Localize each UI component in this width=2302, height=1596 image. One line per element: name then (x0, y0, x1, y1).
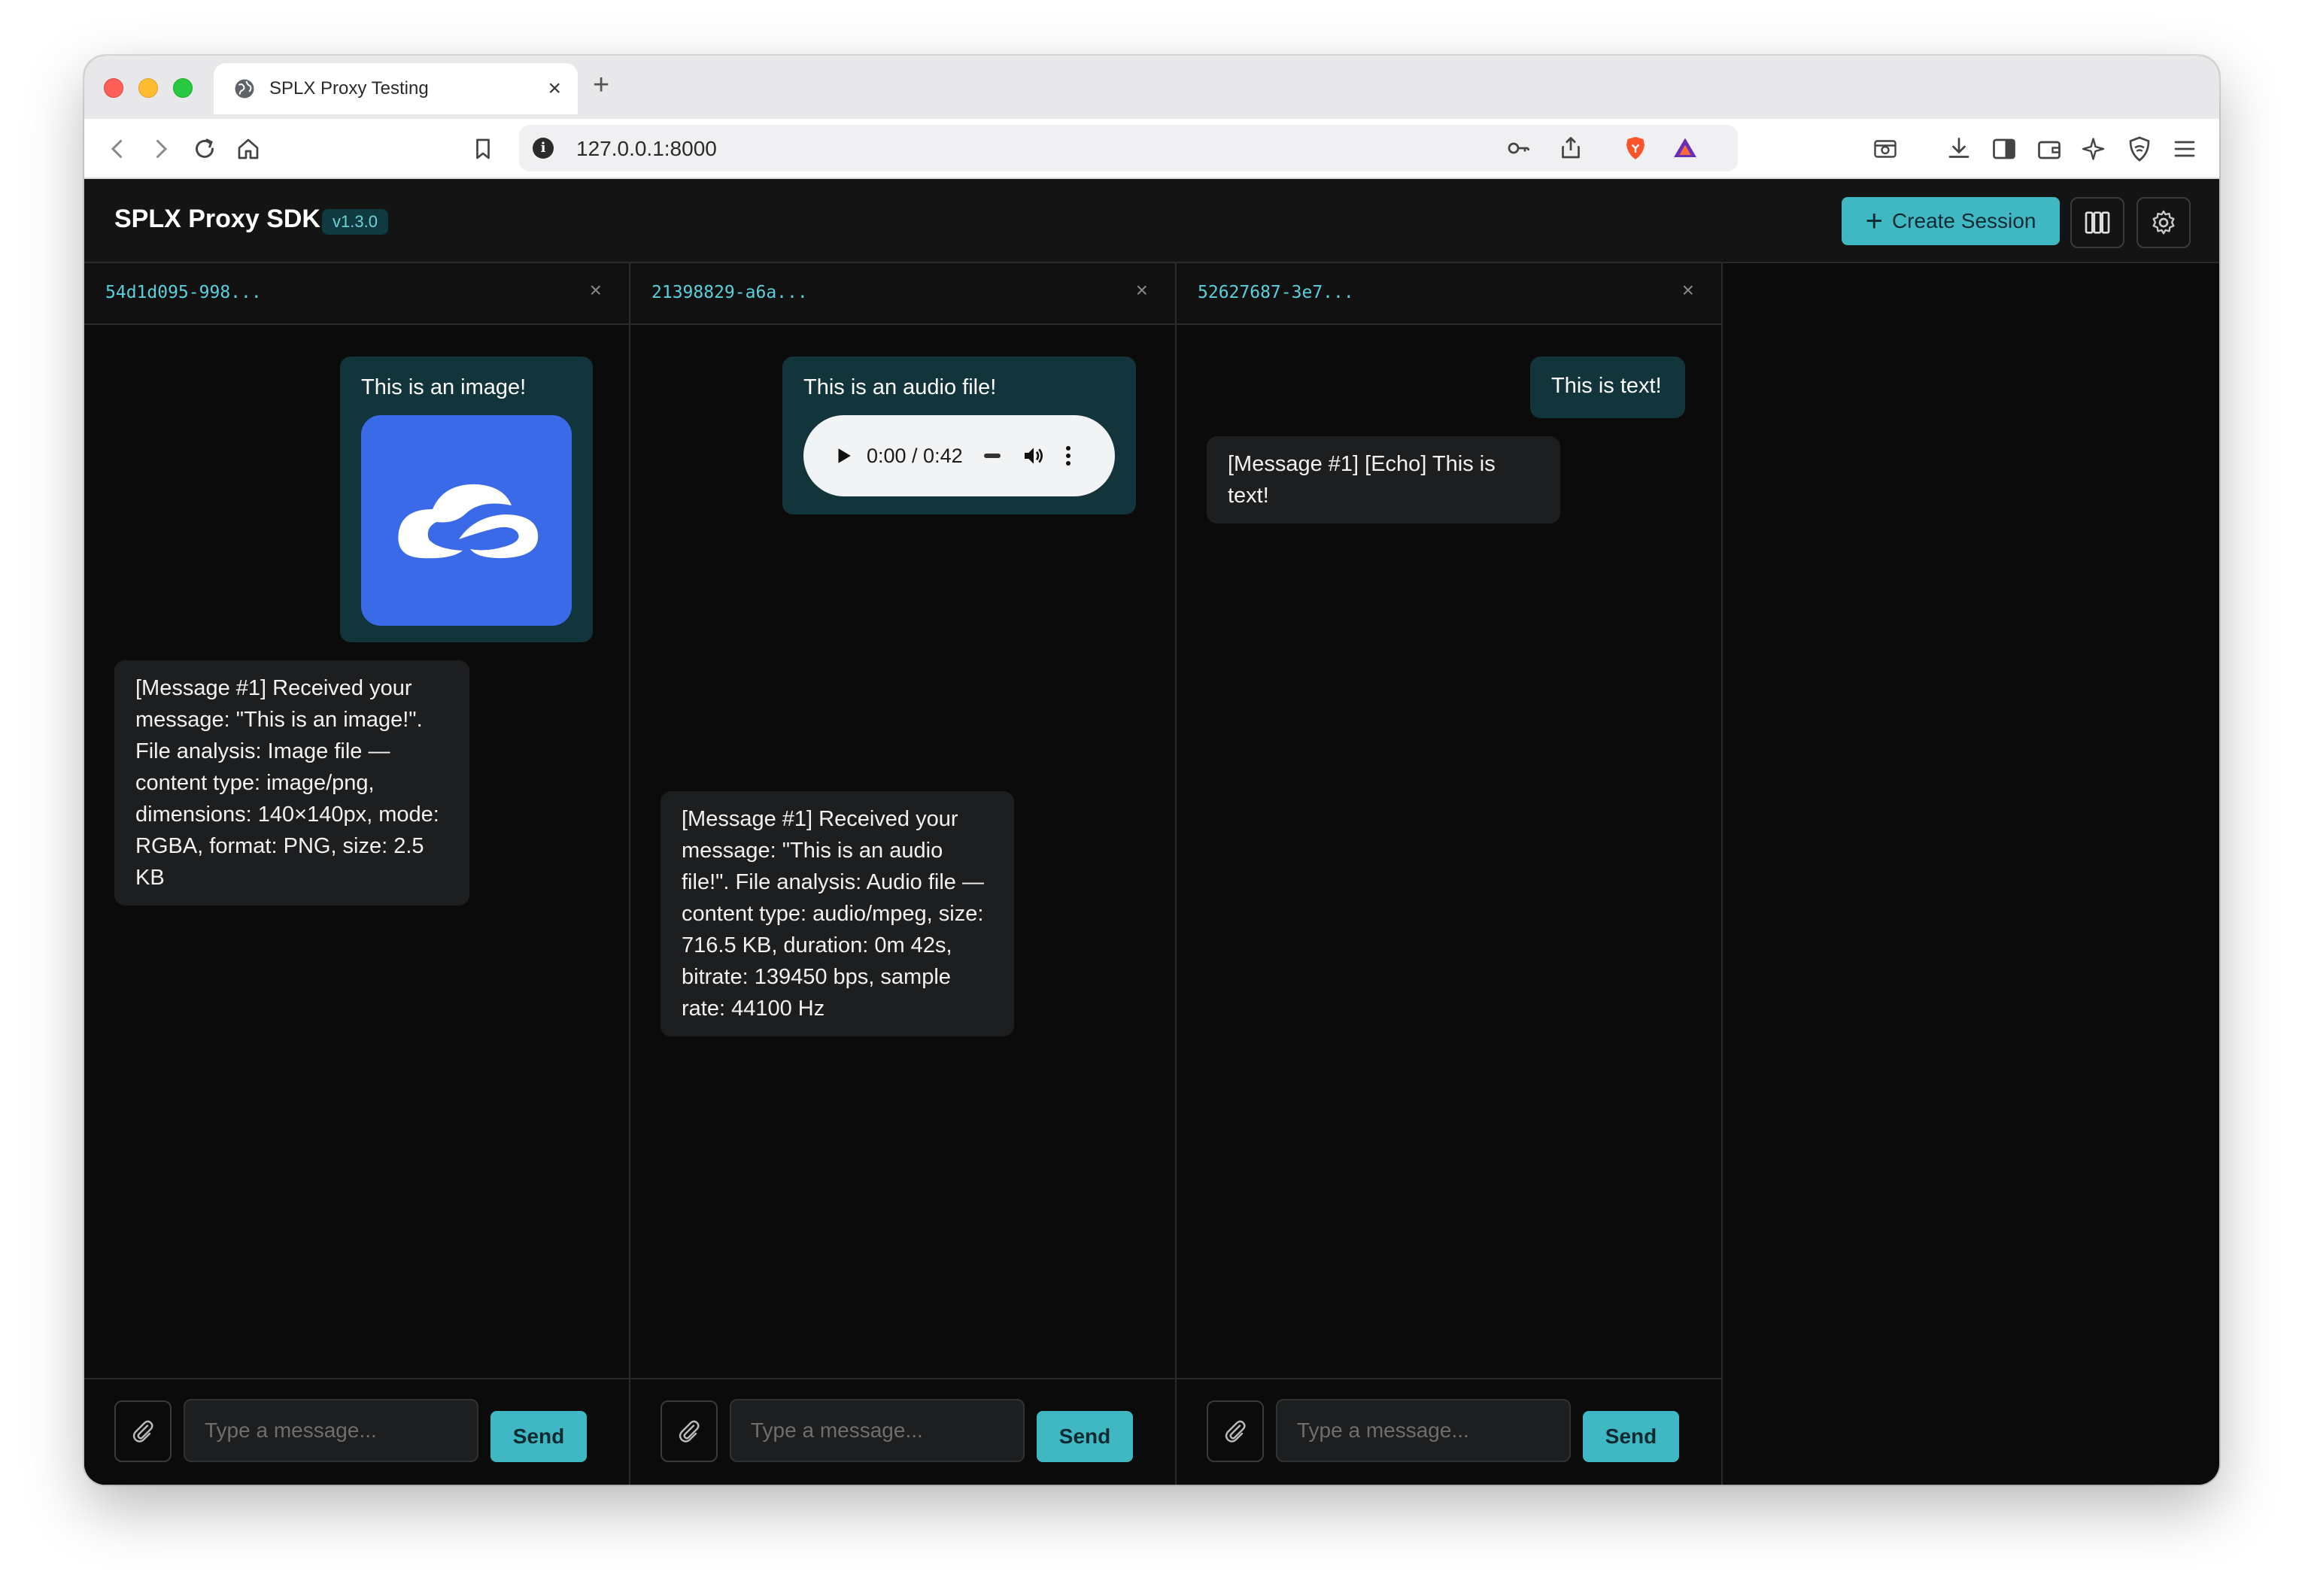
audio-time: 0:00 / 0:42 (867, 445, 963, 467)
browser-window: SPLX Proxy Testing × + i 127.0.0.1:8000 (84, 56, 2219, 1485)
cloud-logo-icon (398, 484, 539, 559)
paperclip-icon (1225, 1420, 1246, 1443)
wallet-icon[interactable] (2036, 135, 2063, 162)
create-session-label: Create Session (1891, 209, 2036, 232)
user-message-text: This is text! (1551, 374, 1662, 398)
app-header: SPLX Proxy SDK v1.3.0 + Create Session (84, 179, 2219, 263)
layout-columns-button[interactable] (2070, 197, 2124, 248)
send-button[interactable]: Send (1583, 1411, 1679, 1462)
new-tab-button[interactable]: + (593, 71, 609, 99)
user-message: This is text! (1530, 357, 1685, 418)
zoom-window-button[interactable] (173, 78, 193, 98)
panel-header: 52627687-3e7... × (1177, 263, 1721, 325)
version-badge: v1.3.0 (322, 209, 388, 235)
attached-image[interactable] (361, 415, 572, 626)
reload-icon[interactable] (191, 135, 218, 162)
session-panel: 54d1d095-998... × This is an image! [Mes… (84, 263, 630, 1485)
user-message: This is an image! (340, 357, 593, 642)
browser-tab-bar: SPLX Proxy Testing × + (84, 56, 2219, 119)
close-panel-icon[interactable]: × (1682, 280, 1694, 301)
message-input[interactable] (730, 1399, 1025, 1462)
menu-icon[interactable] (2171, 135, 2198, 162)
browser-tab[interactable]: SPLX Proxy Testing × (214, 63, 578, 114)
session-id: 21398829-a6a... (651, 283, 808, 302)
tab-close-icon[interactable]: × (548, 77, 561, 100)
minimize-window-button[interactable] (138, 78, 158, 98)
play-icon[interactable] (834, 446, 853, 466)
panel-header: 54d1d095-998... × (84, 263, 629, 325)
leo-ai-icon[interactable] (2081, 135, 2108, 162)
volume-icon[interactable] (1022, 444, 1046, 468)
url-text[interactable]: 127.0.0.1:8000 (576, 137, 717, 161)
paperclip-icon (679, 1420, 700, 1443)
more-options-icon[interactable] (1065, 445, 1071, 467)
tab-title: SPLX Proxy Testing (269, 78, 429, 99)
brave-rewards-icon[interactable] (1672, 135, 1699, 162)
vpn-icon[interactable] (2126, 135, 2153, 162)
message-input[interactable] (1276, 1399, 1571, 1462)
session-panels: 54d1d095-998... × This is an image! [Mes… (84, 263, 2219, 1485)
bot-reply: [Message #1] Received your message: "Thi… (661, 791, 1014, 1036)
close-window-button[interactable] (104, 78, 123, 98)
session-id: 52627687-3e7... (1198, 283, 1354, 302)
session-panel: 52627687-3e7... × This is text! [Message… (1177, 263, 1723, 1485)
app-title: SPLX Proxy SDK (114, 205, 320, 233)
attach-button[interactable] (661, 1400, 718, 1462)
user-message-text: This is an audio file! (803, 375, 997, 399)
bookmark-icon[interactable] (469, 135, 497, 162)
screenshot-icon[interactable] (1872, 135, 1899, 162)
paperclip-icon (132, 1420, 153, 1443)
settings-icon (2152, 210, 2175, 235)
user-message-text: This is an image! (361, 375, 527, 399)
brave-shield-icon[interactable] (1622, 135, 1649, 162)
audio-player[interactable]: 0:00 / 0:42 (803, 415, 1115, 496)
forward-icon[interactable] (147, 135, 175, 162)
home-icon[interactable] (235, 135, 262, 162)
message-composer: Send (84, 1378, 629, 1485)
user-message: This is an audio file! 0:00 / 0:42 (782, 357, 1136, 514)
columns-icon (2085, 211, 2110, 234)
attach-button[interactable] (114, 1400, 172, 1462)
close-panel-icon[interactable]: × (590, 280, 602, 301)
download-icon[interactable] (1945, 135, 1972, 162)
browser-toolbar: i 127.0.0.1:8000 (84, 119, 2219, 179)
share-icon[interactable] (1557, 135, 1584, 162)
bot-reply: [Message #1] [Echo] This is text! (1207, 436, 1560, 523)
message-input[interactable] (184, 1399, 478, 1462)
sidebar-icon[interactable] (1991, 135, 2018, 162)
back-icon[interactable] (104, 135, 131, 162)
bot-reply: [Message #1] Received your message: "Thi… (114, 660, 469, 906)
close-panel-icon[interactable]: × (1136, 280, 1148, 301)
globe-icon (235, 79, 254, 99)
message-composer: Send (630, 1378, 1175, 1485)
site-info-icon[interactable]: i (533, 138, 554, 159)
panel-header: 21398829-a6a... × (630, 263, 1175, 325)
send-button[interactable]: Send (1037, 1411, 1133, 1462)
attach-button[interactable] (1207, 1400, 1264, 1462)
seek-bar[interactable] (983, 454, 1001, 458)
send-button[interactable]: Send (490, 1411, 587, 1462)
create-session-button[interactable]: + Create Session (1842, 197, 2060, 245)
key-icon[interactable] (1505, 135, 1532, 162)
settings-button[interactable] (2136, 197, 2191, 248)
message-composer: Send (1177, 1378, 1721, 1485)
session-panel: 21398829-a6a... × This is an audio file!… (630, 263, 1177, 1485)
address-bar[interactable]: i 127.0.0.1:8000 (519, 125, 1738, 171)
session-id: 54d1d095-998... (105, 283, 262, 302)
plus-icon: + (1865, 205, 1883, 238)
